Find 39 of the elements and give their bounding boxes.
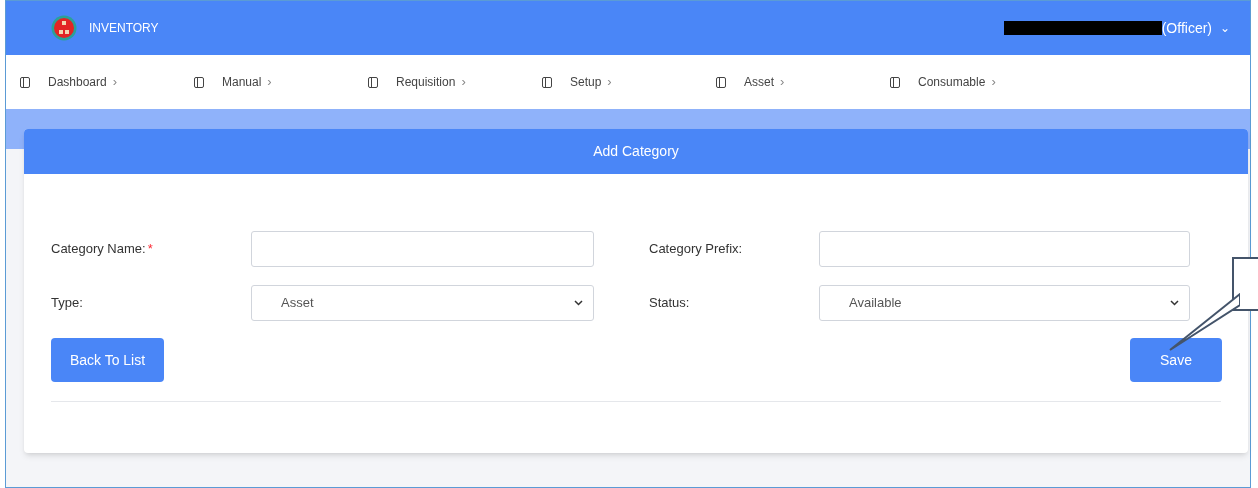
input-field[interactable]	[819, 231, 1190, 267]
input-field[interactable]	[251, 231, 594, 267]
select-field[interactable]: Asset	[251, 285, 594, 321]
nav-item[interactable]: Consumable ›	[890, 70, 1064, 94]
field-label: Category Name:	[51, 241, 146, 257]
nav-label[interactable]: Asset	[744, 73, 774, 91]
chevron-down-icon	[1170, 300, 1179, 306]
leader-line	[1168, 293, 1240, 353]
sidebar-panel-icon	[20, 76, 30, 88]
sidebar-panel-icon	[194, 76, 204, 88]
nav-item[interactable]: Manual ›	[194, 70, 368, 94]
nav-label[interactable]: Manual	[222, 73, 262, 91]
sidebar-panel-icon	[542, 76, 552, 88]
nav-label[interactable]: Setup	[570, 73, 602, 91]
chevron-icon: ›	[991, 72, 996, 92]
app-title: INVENTORY	[89, 20, 159, 37]
sidebar-panel-icon	[890, 76, 900, 88]
nav-item[interactable]: Dashboard ›	[20, 70, 194, 94]
logo-icon	[51, 15, 77, 41]
nav-label[interactable]: Consumable	[918, 73, 986, 91]
sidebar-panel-icon	[368, 76, 378, 88]
sidebar-panel-icon	[716, 76, 726, 88]
field-label: Category Prefix:	[649, 241, 743, 257]
nav-item[interactable]: Setup ›	[542, 70, 716, 94]
chevron-icon: ›	[461, 72, 466, 92]
field-label: Status:	[649, 295, 690, 311]
nav-item[interactable]: Requisition ›	[368, 70, 542, 94]
chevron-icon: ›	[780, 72, 785, 92]
select-field[interactable]: Available	[819, 285, 1190, 321]
chevron-icon: ›	[607, 72, 612, 92]
chevron-icon: ›	[267, 72, 272, 92]
chevron-down-icon	[574, 300, 583, 306]
nav-label[interactable]: Requisition	[396, 73, 456, 91]
required-mark: *	[147, 241, 153, 257]
card-header: Add Category	[24, 129, 1248, 174]
nav-label[interactable]: Dashboard	[48, 73, 107, 91]
nav-item[interactable]: Asset ›	[716, 70, 890, 94]
field-label: Type:	[51, 295, 83, 311]
chevron-icon: ›	[112, 72, 118, 92]
